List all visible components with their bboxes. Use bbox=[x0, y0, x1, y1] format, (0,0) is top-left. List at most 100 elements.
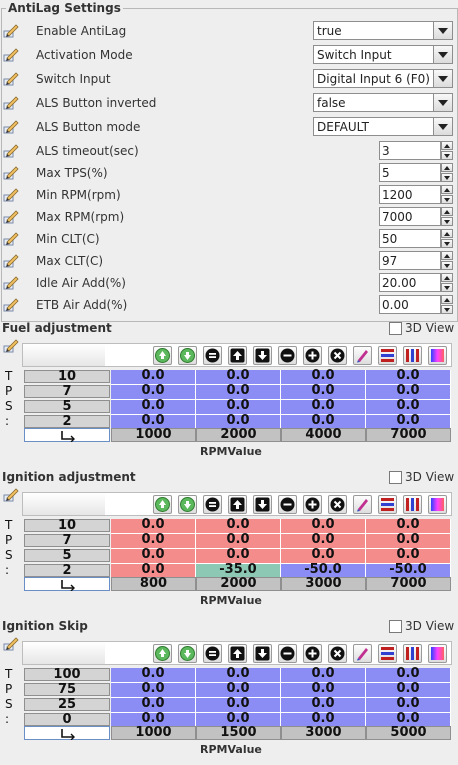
spinner-up-icon[interactable] bbox=[441, 163, 453, 172]
etb-air-add-input[interactable]: 0.00 bbox=[379, 295, 441, 314]
spinner-up-icon[interactable] bbox=[441, 207, 453, 216]
spinner-up-icon[interactable] bbox=[441, 295, 453, 304]
edit-pencil-icon[interactable] bbox=[3, 296, 19, 312]
axis-corner-button[interactable] bbox=[24, 577, 110, 591]
spinner-down-icon[interactable] bbox=[441, 305, 453, 314]
spinner-down-icon[interactable] bbox=[441, 173, 453, 182]
set-equal-icon[interactable] bbox=[203, 644, 222, 663]
multiply-icon[interactable] bbox=[328, 644, 347, 663]
x-axis-value[interactable]: 800 bbox=[111, 577, 196, 591]
y-axis-value[interactable]: 0 bbox=[24, 713, 110, 726]
edit-pencil-icon[interactable] bbox=[3, 337, 19, 353]
x-axis-value[interactable]: 4000 bbox=[281, 428, 366, 442]
x-axis-value[interactable]: 1500 bbox=[196, 726, 281, 740]
edit-pencil-icon[interactable] bbox=[3, 118, 19, 134]
arrow-up-icon[interactable] bbox=[228, 346, 247, 365]
x-axis-value[interactable]: 7000 bbox=[366, 428, 451, 442]
interpolate-pencil-icon[interactable] bbox=[353, 346, 372, 365]
x-axis-value[interactable]: 3000 bbox=[281, 726, 366, 740]
y-axis-value[interactable]: 5 bbox=[24, 549, 110, 562]
x-axis-value[interactable]: 5000 bbox=[366, 726, 451, 740]
arrow-up-icon[interactable] bbox=[228, 644, 247, 663]
edit-pencil-icon[interactable] bbox=[3, 208, 19, 224]
3d-view-toggle[interactable]: 3D View bbox=[389, 618, 455, 634]
multiply-icon[interactable] bbox=[328, 346, 347, 365]
idle-air-add-input[interactable]: 20.00 bbox=[379, 273, 441, 292]
3d-view-toggle[interactable]: 3D View bbox=[389, 469, 455, 485]
edit-pencil-icon[interactable] bbox=[3, 635, 19, 651]
max-rpm-spinner[interactable]: 7000 bbox=[379, 207, 453, 226]
cell-value-field[interactable] bbox=[23, 642, 105, 664]
min-rpm-spinner[interactable]: 1200 bbox=[379, 185, 453, 204]
y-axis-value[interactable]: 7 bbox=[24, 385, 110, 398]
horizontal-gradient-icon[interactable] bbox=[378, 346, 397, 365]
edit-pencil-icon[interactable] bbox=[3, 94, 19, 110]
als-button-inverted-dropdown[interactable]: false bbox=[313, 93, 453, 112]
horizontal-gradient-icon[interactable] bbox=[378, 495, 397, 514]
set-equal-icon[interactable] bbox=[203, 495, 222, 514]
arrow-down-icon[interactable] bbox=[253, 495, 272, 514]
decrement-green-down-icon[interactable] bbox=[178, 495, 197, 514]
activation-mode-dropdown[interactable]: Switch Input bbox=[313, 45, 453, 64]
max-tps-input[interactable]: 5 bbox=[379, 163, 441, 182]
chevron-down-icon[interactable] bbox=[433, 118, 452, 135]
multiply-icon[interactable] bbox=[328, 495, 347, 514]
x-axis-value[interactable]: 2000 bbox=[196, 428, 281, 442]
plus-icon[interactable] bbox=[303, 346, 322, 365]
increment-green-up-icon[interactable] bbox=[153, 346, 172, 365]
als-timeout-spinner[interactable]: 3 bbox=[379, 141, 453, 160]
cell-value-field[interactable] bbox=[23, 493, 105, 515]
vertical-gradient-icon[interactable] bbox=[403, 495, 422, 514]
interpolate-pencil-icon[interactable] bbox=[353, 644, 372, 663]
idle-air-add-spinner[interactable]: 20.00 bbox=[379, 273, 453, 292]
vertical-gradient-icon[interactable] bbox=[403, 644, 422, 663]
y-axis-value[interactable]: 7 bbox=[24, 534, 110, 547]
als-timeout-input[interactable]: 3 bbox=[379, 141, 441, 160]
x-axis-value[interactable]: 7000 bbox=[366, 577, 451, 591]
minus-icon[interactable] bbox=[278, 644, 297, 663]
arrow-down-icon[interactable] bbox=[253, 644, 272, 663]
y-axis-value[interactable]: 2 bbox=[24, 415, 110, 428]
spinner-down-icon[interactable] bbox=[441, 283, 453, 292]
spinner-up-icon[interactable] bbox=[441, 251, 453, 260]
chevron-down-icon[interactable] bbox=[433, 94, 452, 111]
color-spectrum-icon[interactable] bbox=[428, 644, 447, 663]
interpolate-pencil-icon[interactable] bbox=[353, 495, 372, 514]
spinner-up-icon[interactable] bbox=[441, 273, 453, 282]
edit-pencil-icon[interactable] bbox=[3, 70, 19, 86]
plus-icon[interactable] bbox=[303, 644, 322, 663]
increment-green-up-icon[interactable] bbox=[153, 495, 172, 514]
color-spectrum-icon[interactable] bbox=[428, 495, 447, 514]
spinner-up-icon[interactable] bbox=[441, 229, 453, 238]
arrow-up-icon[interactable] bbox=[228, 495, 247, 514]
y-axis-value[interactable]: 5 bbox=[24, 400, 110, 413]
cell-value-field[interactable] bbox=[23, 344, 105, 366]
horizontal-gradient-icon[interactable] bbox=[378, 644, 397, 663]
max-rpm-input[interactable]: 7000 bbox=[379, 207, 441, 226]
edit-pencil-icon[interactable] bbox=[3, 274, 19, 290]
y-axis-value[interactable]: 25 bbox=[24, 698, 110, 711]
edit-pencil-icon[interactable] bbox=[3, 164, 19, 180]
x-axis-value[interactable]: 1000 bbox=[111, 428, 196, 442]
3d-view-toggle[interactable]: 3D View bbox=[389, 320, 455, 336]
chevron-down-icon[interactable] bbox=[433, 70, 452, 87]
chevron-down-icon[interactable] bbox=[433, 22, 452, 39]
spinner-down-icon[interactable] bbox=[441, 195, 453, 204]
y-axis-value[interactable]: 10 bbox=[24, 370, 110, 383]
3d-view-checkbox[interactable] bbox=[389, 322, 402, 335]
edit-pencil-icon[interactable] bbox=[3, 22, 19, 38]
y-axis-value[interactable]: 2 bbox=[24, 564, 110, 577]
decrement-green-down-icon[interactable] bbox=[178, 346, 197, 365]
minus-icon[interactable] bbox=[278, 346, 297, 365]
axis-corner-button[interactable] bbox=[24, 428, 110, 442]
y-axis-value[interactable]: 10 bbox=[24, 519, 110, 532]
3d-view-checkbox[interactable] bbox=[389, 471, 402, 484]
switch-input-dropdown[interactable]: Digital Input 6 (F0) bbox=[313, 69, 453, 88]
minus-icon[interactable] bbox=[278, 495, 297, 514]
vertical-gradient-icon[interactable] bbox=[403, 346, 422, 365]
x-axis-value[interactable]: 2000 bbox=[196, 577, 281, 591]
edit-pencil-icon[interactable] bbox=[3, 46, 19, 62]
etb-air-add-spinner[interactable]: 0.00 bbox=[379, 295, 453, 314]
enable-antilag-dropdown[interactable]: true bbox=[313, 21, 453, 40]
edit-pencil-icon[interactable] bbox=[3, 252, 19, 268]
